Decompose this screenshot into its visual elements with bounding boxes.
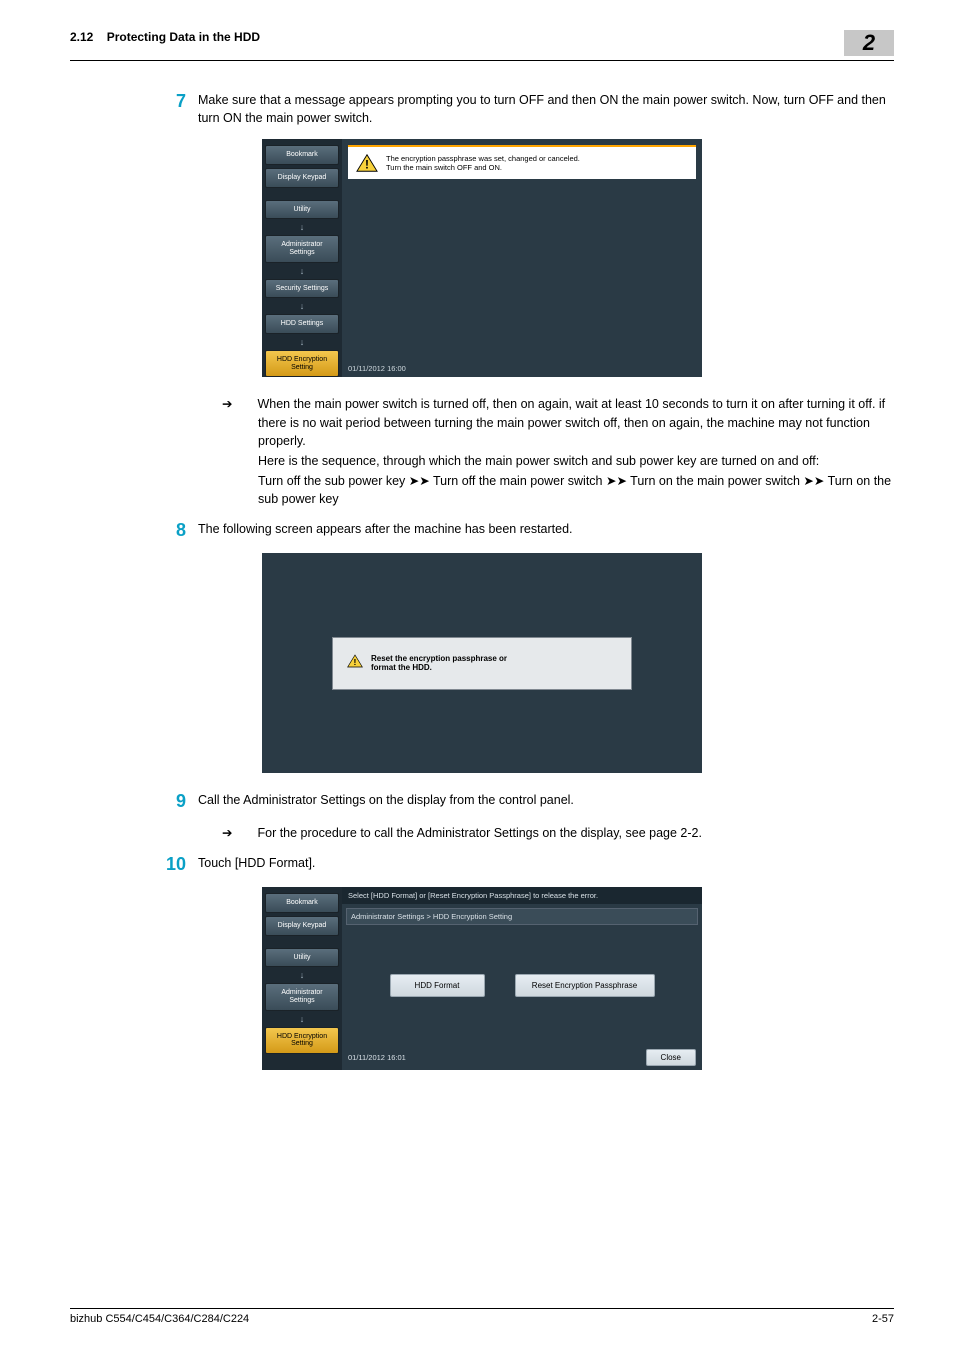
svg-text:!: ! [354, 657, 357, 667]
down-arrow-icon: ↓ [265, 266, 339, 276]
step-7-text: Make sure that a message appears prompti… [198, 91, 894, 127]
step7-sequence: Turn off the sub power key ➤➤ Turn off t… [240, 472, 894, 508]
sidebar-utility: Utility [265, 200, 339, 220]
chapter-badge: 2 [844, 30, 894, 56]
warning-triangle-icon: ! [347, 654, 363, 673]
close-button[interactable]: Close [646, 1049, 696, 1066]
sidebar-admin-settings: Administrator Settings [265, 235, 339, 262]
reset-passphrase-button[interactable]: Reset Encryption Passphrase [515, 974, 655, 997]
step-number-8: 8 [156, 520, 198, 541]
step-8-text: The following screen appears after the m… [198, 520, 894, 541]
step-number-9: 9 [156, 791, 198, 812]
footer-model: bizhub C554/C454/C364/C284/C224 [70, 1313, 249, 1325]
sidebar-hdd-settings: HDD Settings [265, 314, 339, 334]
down-arrow-icon: ↓ [265, 222, 339, 232]
down-arrow-icon: ↓ [265, 337, 339, 347]
sidebar-hdd-encryption: HDD Encryption Setting [265, 1027, 339, 1054]
sidebar-display-keypad: Display Keypad [265, 916, 339, 936]
section-header: 2.12 Protecting Data in the HDD [70, 30, 260, 44]
warning-triangle-icon: ! [356, 153, 378, 173]
down-arrow-icon: ↓ [265, 1014, 339, 1024]
down-arrow-icon: ↓ [265, 301, 339, 311]
dialog-line-1: Reset the encryption passphrase or [371, 654, 507, 664]
device-screenshot-1: Bookmark Display Keypad Utility ↓ Admini… [262, 139, 702, 377]
down-arrow-icon: ↓ [265, 970, 339, 980]
banner-line-1: The encryption passphrase was set, chang… [386, 154, 580, 163]
sidebar-hdd-encryption: HDD Encryption Setting [265, 350, 339, 377]
step-9-text: Call the Administrator Settings on the d… [198, 791, 894, 812]
step9-sub: ➔ For the procedure to call the Administ… [240, 824, 894, 842]
breadcrumb: Administrator Settings > HDD Encryption … [346, 908, 698, 925]
sidebar-admin-settings: Administrator Settings [265, 983, 339, 1010]
step7-note-1: ➔ When the main power switch is turned o… [240, 395, 894, 449]
hdd-format-button[interactable]: HDD Format [390, 974, 485, 997]
screen-timestamp: 01/11/2012 16:01 [348, 1053, 406, 1062]
step-10-text: Touch [HDD Format]. [198, 854, 894, 875]
sidebar-security-settings: Security Settings [265, 279, 339, 299]
device-screenshot-2: ! Reset the encryption passphrase or for… [262, 553, 702, 773]
sidebar-display-keypad: Display Keypad [265, 168, 339, 188]
section-title: Protecting Data in the HDD [107, 30, 260, 44]
banner-line-2: Turn the main switch OFF and ON. [386, 163, 580, 172]
step7-note-2: Here is the sequence, through which the … [240, 452, 894, 470]
screen3-hint: Select [HDD Format] or [Reset Encryption… [342, 887, 702, 904]
screen-timestamp: 01/11/2012 16:00 [342, 360, 702, 377]
svg-text:!: ! [365, 158, 369, 172]
sidebar-bookmark: Bookmark [265, 145, 339, 165]
sidebar-bookmark: Bookmark [265, 893, 339, 913]
sidebar-utility: Utility [265, 948, 339, 968]
dialog-line-2: format the HDD. [371, 663, 507, 673]
device-screenshot-3: Bookmark Display Keypad Utility ↓ Admini… [262, 887, 702, 1070]
step-number-10: 10 [156, 854, 198, 875]
section-number: 2.12 [70, 30, 93, 44]
step-number-7: 7 [156, 91, 198, 127]
footer-page-number: 2-57 [872, 1313, 894, 1325]
